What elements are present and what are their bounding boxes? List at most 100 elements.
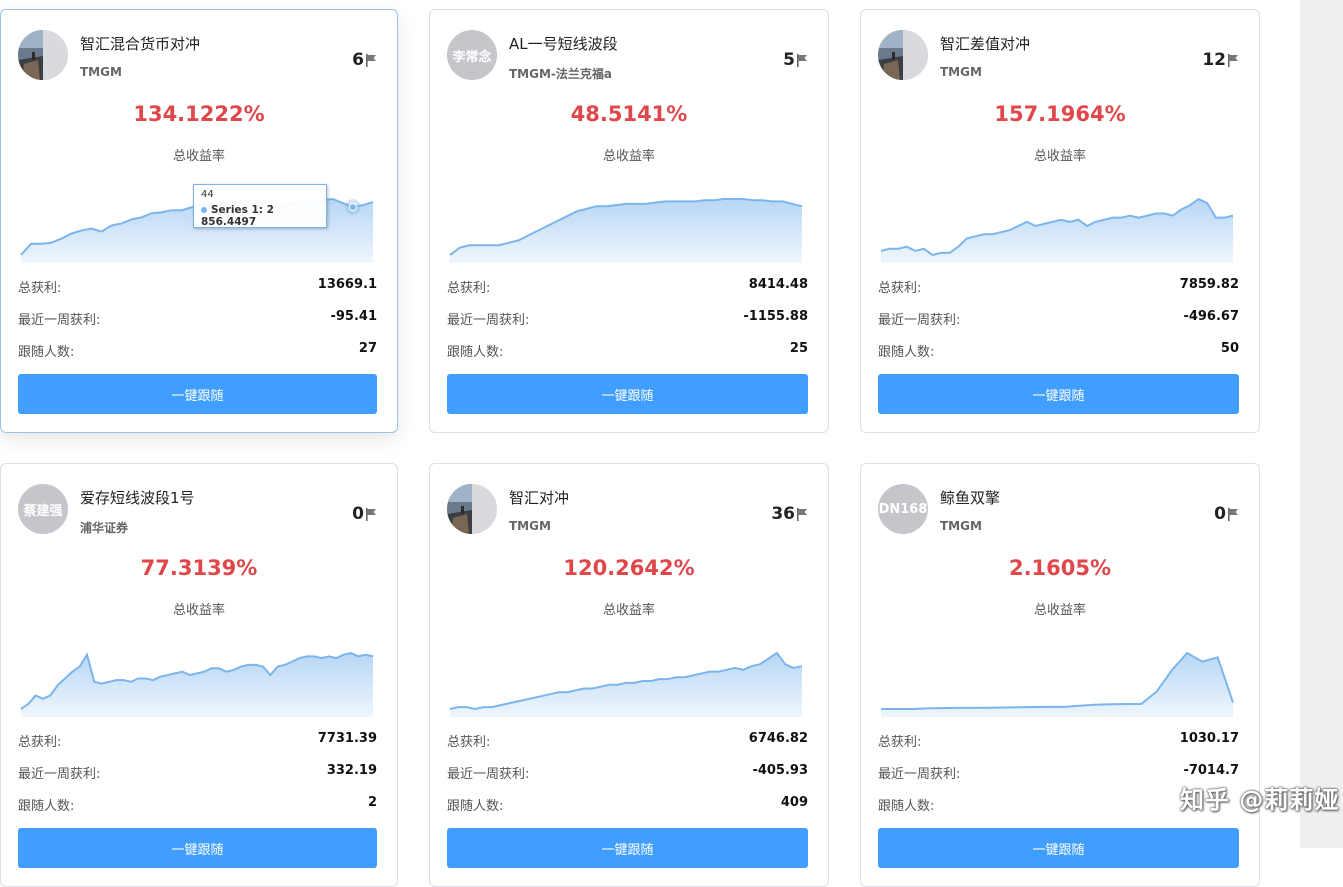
week-profit-value: 332.19 <box>326 763 377 778</box>
strategy-card[interactable]: 智汇对冲 TMGM 36 120.2642% 总收益率 总获利: 6746.82 最近一周获利… <box>429 463 829 887</box>
total-return-rate: 48.5141% <box>570 102 688 126</box>
total-return-rate: 77.3139% <box>140 556 258 580</box>
followers-label: 跟随人数: <box>18 799 75 814</box>
total-return-label: 总收益率 <box>172 603 225 618</box>
total-profit-value: 7731.39 <box>317 731 377 746</box>
strategy-name[interactable]: 智汇差值对冲 <box>940 33 1030 54</box>
chart-area <box>881 199 1233 263</box>
avatar[interactable] <box>447 484 497 534</box>
avatar[interactable] <box>878 30 928 80</box>
flag-icon <box>366 507 376 521</box>
equity-chart[interactable] <box>878 629 1238 719</box>
week-profit-row: 最近一周获利: -496.67 <box>878 309 1239 329</box>
followers-value: 27 <box>358 341 377 356</box>
broker-name: TMGM <box>509 519 551 533</box>
total-profit-label: 总获利: <box>447 281 491 296</box>
avatar[interactable] <box>18 30 68 80</box>
flag-count: 0 <box>352 504 377 524</box>
tooltip-series-value: Series 1: 2 856.4497 <box>201 204 274 228</box>
tooltip-x-label: 44 <box>201 189 214 200</box>
follow-button[interactable]: 一键跟随 <box>18 828 377 868</box>
flag-count-value: 5 <box>783 50 795 70</box>
strategy-name[interactable]: 鲸鱼双擎 <box>940 487 1000 508</box>
week-profit-label: 最近一周获利: <box>18 313 101 328</box>
total-profit-label: 总获利: <box>878 281 922 296</box>
followers-value: 25 <box>789 341 808 356</box>
week-profit-row: 最近一周获利: -405.93 <box>447 763 808 783</box>
strategy-card[interactable]: DN168 鲸鱼双擎 TMGM 0 2.1605% 总收益率 总获利: 1030.17 最近一周… <box>860 463 1260 887</box>
total-profit-row: 总获利: 6746.82 <box>447 731 808 751</box>
strategy-card[interactable]: 李常念 AL一号短线波段 TMGM-法兰克福a 5 48.5141% 总收益率总获利: 84… <box>429 9 829 433</box>
followers-value: 50 <box>1220 341 1239 356</box>
total-profit-row: 总获利: 8414.48 <box>447 277 808 297</box>
total-return-label: 总收益率 <box>602 149 655 164</box>
avatar-text: DN168 <box>878 501 928 517</box>
followers-label: 跟随人数: <box>878 799 935 814</box>
total-return-rate: 157.1964% <box>994 102 1126 126</box>
strategy-card[interactable]: 蔡建强 爱存短线波段1号 浦华证券 0 77.3139% 总收益率 总获利: 7731.39 最… <box>0 463 398 887</box>
followers-label: 跟随人数: <box>447 345 504 360</box>
total-profit-label: 总获利: <box>878 735 922 750</box>
avatar[interactable]: 李常念 <box>447 30 497 80</box>
equity-chart[interactable] <box>447 629 807 719</box>
total-return-rate: 134.1222% <box>133 102 265 126</box>
total-profit-label: 总获利: <box>18 281 62 296</box>
followers-row: 跟随人数: 50 <box>878 341 1239 361</box>
follow-button[interactable]: 一键跟随 <box>878 374 1239 414</box>
followers-row: 跟随人数: 25 <box>447 341 808 361</box>
total-profit-label: 总获利: <box>447 735 491 750</box>
avatar-photo-icon <box>447 484 497 534</box>
chart-tooltip: 44 Series 1: 2 856.4497 <box>193 184 327 228</box>
broker-name: TMGM <box>940 519 982 533</box>
flag-count-value: 0 <box>352 504 364 524</box>
total-profit-value: 6746.82 <box>748 731 808 746</box>
equity-chart[interactable] <box>18 629 378 719</box>
follow-button[interactable]: 一键跟随 <box>447 374 808 414</box>
flag-count: 36 <box>771 504 808 524</box>
equity-chart[interactable] <box>878 175 1238 265</box>
strategy-name[interactable]: 智汇对冲 <box>509 487 569 508</box>
follow-button[interactable]: 一键跟随 <box>878 828 1239 868</box>
followers-row: 跟随人数: 2 <box>18 795 377 815</box>
flag-icon <box>797 53 807 67</box>
broker-name: TMGM-法兰克福a <box>509 67 612 81</box>
avatar[interactable]: DN168 <box>878 484 928 534</box>
total-return-rate: 120.2642% <box>563 556 695 580</box>
followers-value: 2 <box>367 795 377 810</box>
followers-label: 跟随人数: <box>878 345 935 360</box>
flag-count: 6 <box>352 50 377 70</box>
flag-icon <box>797 507 807 521</box>
strategy-name[interactable]: AL一号短线波段 <box>509 33 618 54</box>
follow-button[interactable]: 一键跟随 <box>447 828 808 868</box>
flag-count-value: 36 <box>771 504 795 524</box>
total-profit-label: 总获利: <box>18 735 62 750</box>
page-scrollbar-gutter[interactable] <box>1300 0 1343 848</box>
strategy-name[interactable]: 爱存短线波段1号 <box>80 487 195 508</box>
chart-hover-point <box>348 203 357 212</box>
avatar[interactable]: 蔡建强 <box>18 484 68 534</box>
follow-button[interactable]: 一键跟随 <box>18 374 377 414</box>
week-profit-value: -95.41 <box>330 309 377 324</box>
broker-name: TMGM <box>80 65 122 79</box>
total-profit-row: 总获利: 7731.39 <box>18 731 377 751</box>
chart-area <box>450 653 802 717</box>
week-profit-value: -405.93 <box>752 763 808 778</box>
strategy-card[interactable]: 智汇差值对冲 TMGM 12 157.1964% 总收益率 总获利: 7859.82 最近一周… <box>860 9 1260 433</box>
week-profit-label: 最近一周获利: <box>878 313 961 328</box>
strategy-name[interactable]: 智汇混合货币对冲 <box>80 33 200 54</box>
flag-icon <box>1228 53 1238 67</box>
total-profit-row: 总获利: 13669.1 <box>18 277 377 297</box>
total-profit-value: 7859.82 <box>1179 277 1239 292</box>
flag-icon <box>366 53 376 67</box>
watermark: 知乎 @莉莉娅 <box>1180 786 1340 814</box>
avatar-photo-icon <box>878 30 928 80</box>
equity-chart[interactable] <box>447 175 807 265</box>
avatar-photo-icon <box>18 30 68 80</box>
flag-count: 12 <box>1202 50 1239 70</box>
week-profit-value: -496.67 <box>1183 309 1239 324</box>
total-return-label: 总收益率 <box>1033 603 1086 618</box>
total-return-label: 总收益率 <box>172 149 225 164</box>
week-profit-label: 最近一周获利: <box>447 767 530 782</box>
total-profit-row: 总获利: 1030.17 <box>878 731 1239 751</box>
week-profit-label: 最近一周获利: <box>447 313 530 328</box>
